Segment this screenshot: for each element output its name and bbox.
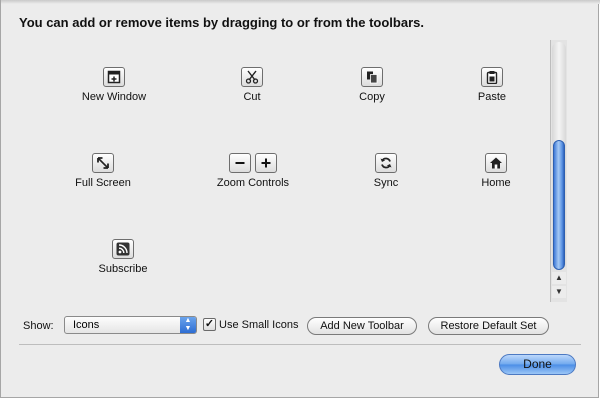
toolbar-item-full-screen[interactable]: Full Screen bbox=[48, 153, 158, 189]
toolbar-item-label: Sync bbox=[373, 177, 399, 189]
toolbar-item-label: Full Screen bbox=[75, 177, 131, 189]
home-icon bbox=[485, 153, 507, 173]
popup-chevrons-icon: ▲ ▼ bbox=[180, 317, 196, 333]
toolbar-item-sync[interactable]: Sync bbox=[331, 153, 441, 189]
customize-toolbar-sheet: You can add or remove items by dragging … bbox=[0, 0, 600, 398]
show-popup-value: Icons bbox=[73, 319, 100, 331]
rss-icon bbox=[112, 239, 134, 259]
zoom-out-icon bbox=[229, 153, 251, 173]
footer-divider bbox=[19, 344, 581, 345]
clipboard-icon bbox=[481, 67, 503, 87]
use-small-icons-label[interactable]: Use Small Icons bbox=[219, 319, 298, 331]
toolbar-item-label: Zoom Controls bbox=[216, 177, 290, 189]
expand-arrows-icon bbox=[92, 153, 114, 173]
toolbar-item-label: New Window bbox=[81, 91, 147, 103]
toolbar-item-cut[interactable]: Cut bbox=[197, 67, 307, 103]
add-new-toolbar-button[interactable]: Add New Toolbar bbox=[307, 317, 417, 335]
instructions-heading: You can add or remove items by dragging … bbox=[19, 15, 424, 30]
sync-icon bbox=[375, 153, 397, 173]
done-button[interactable]: Done bbox=[499, 354, 576, 375]
scroll-down-arrow-icon[interactable]: ▼ bbox=[552, 286, 566, 298]
show-popup-button[interactable]: Icons ▲ ▼ bbox=[64, 316, 197, 334]
toolbar-item-home[interactable]: Home bbox=[441, 153, 551, 189]
toolbar-item-label: Subscribe bbox=[98, 263, 148, 275]
toolbar-item-label: Paste bbox=[477, 91, 507, 103]
copy-icon bbox=[361, 67, 383, 87]
zoom-in-icon bbox=[255, 153, 277, 173]
restore-default-set-button[interactable]: Restore Default Set bbox=[428, 317, 549, 335]
toolbar-item-copy[interactable]: Copy bbox=[317, 67, 427, 103]
show-label: Show: bbox=[23, 320, 54, 332]
new-window-icon bbox=[103, 67, 125, 87]
toolbar-item-label: Home bbox=[481, 177, 511, 189]
scrollbar-thumb[interactable] bbox=[553, 140, 565, 270]
vertical-scrollbar[interactable]: ▲ ▼ bbox=[550, 40, 567, 302]
scissors-icon bbox=[241, 67, 263, 87]
use-small-icons-checkbox[interactable]: ✓ bbox=[203, 318, 216, 331]
scroll-up-arrow-icon[interactable]: ▲ bbox=[552, 272, 566, 284]
sheet-top-edge bbox=[1, 0, 600, 4]
toolbar-item-new-window[interactable]: New Window bbox=[59, 67, 169, 103]
toolbar-item-subscribe[interactable]: Subscribe bbox=[68, 239, 178, 275]
toolbar-item-label: Cut bbox=[243, 91, 261, 103]
toolbar-item-zoom-controls[interactable]: Zoom Controls bbox=[198, 153, 308, 189]
toolbar-item-label: Copy bbox=[359, 91, 385, 103]
toolbar-item-paste[interactable]: Paste bbox=[437, 67, 547, 103]
